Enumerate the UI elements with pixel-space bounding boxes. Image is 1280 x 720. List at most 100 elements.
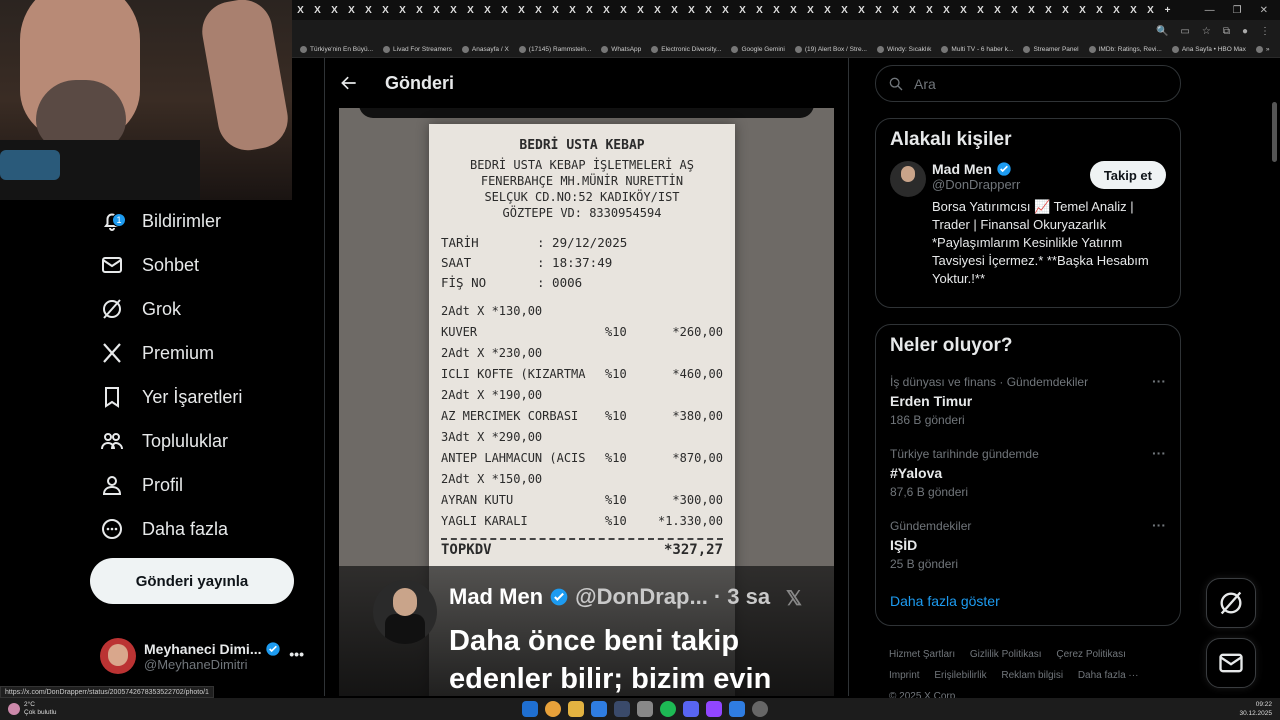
more-icon[interactable]: ··· bbox=[1152, 445, 1166, 461]
system-tray-clock[interactable]: 09:22 30.12.2025 bbox=[1239, 700, 1272, 718]
show-more-link[interactable]: Daha fazla göster bbox=[876, 583, 1180, 619]
chrome-icon[interactable] bbox=[545, 701, 561, 717]
browser-tab[interactable]: X bbox=[734, 0, 751, 20]
bookmark-item[interactable]: Streamer Panel bbox=[1023, 46, 1079, 53]
more-icon[interactable]: ··· bbox=[1152, 517, 1166, 533]
browser-tab[interactable]: X bbox=[870, 0, 887, 20]
browser-tab[interactable]: X bbox=[751, 0, 768, 20]
extensions-icon[interactable]: ⧉ bbox=[1223, 26, 1230, 37]
browser-tab[interactable]: X bbox=[598, 0, 615, 20]
app-icon[interactable] bbox=[706, 701, 722, 717]
browser-tab[interactable]: X bbox=[326, 0, 343, 20]
discord-icon[interactable] bbox=[683, 701, 699, 717]
browser-tab[interactable]: X bbox=[853, 0, 870, 20]
browser-tab[interactable]: X bbox=[819, 0, 836, 20]
browser-tab[interactable]: X bbox=[666, 0, 683, 20]
bookmark-item[interactable]: Ana Sayfa • HBO Max bbox=[1171, 46, 1246, 53]
browser-tab[interactable]: X bbox=[496, 0, 513, 20]
bookmark-item[interactable]: Multi TV - 6 haber k... bbox=[941, 46, 1013, 53]
browser-tab[interactable]: X bbox=[513, 0, 530, 20]
browser-tab[interactable]: X bbox=[1023, 0, 1040, 20]
nav-profile[interactable]: Profil bbox=[100, 465, 183, 505]
bookmark-item[interactable]: (17145) Rammstein... bbox=[518, 46, 591, 53]
browser-tab[interactable]: X bbox=[632, 0, 649, 20]
app-icon[interactable] bbox=[591, 701, 607, 717]
trend-item[interactable]: İş dünyası ve finans · Gündemdekiler Erd… bbox=[876, 367, 1180, 439]
browser-tab[interactable]: X bbox=[1091, 0, 1108, 20]
bookmark-item[interactable]: (19) Alert Box / Stre... bbox=[794, 46, 867, 53]
browser-tab[interactable]: X bbox=[547, 0, 564, 20]
browser-tab[interactable]: X bbox=[989, 0, 1006, 20]
more-icon[interactable]: ••• bbox=[289, 646, 304, 662]
scrollbar[interactable] bbox=[1272, 102, 1277, 162]
browser-tab[interactable]: X bbox=[1074, 0, 1091, 20]
trend-item[interactable]: Türkiye tarihinde gündemde #Yalova 87,6 … bbox=[876, 439, 1180, 511]
related-person[interactable]: Mad Men @DonDrapperr Takip et Borsa Yatı… bbox=[876, 161, 1180, 300]
bookmark-item[interactable]: Livad For Streamers bbox=[383, 46, 452, 53]
bookmark-item[interactable]: WhatsApp bbox=[601, 46, 641, 53]
weather-widget[interactable]: 2°C Çok bulutlu bbox=[0, 701, 57, 717]
bookmark-item[interactable]: Google Gemini bbox=[731, 46, 785, 53]
browser-tab[interactable]: X bbox=[1057, 0, 1074, 20]
avatar[interactable] bbox=[890, 161, 926, 197]
profile-icon[interactable]: ● bbox=[1242, 26, 1248, 37]
star-icon[interactable]: ☆ bbox=[1202, 26, 1211, 37]
bookmark-item[interactable]: » bbox=[1255, 46, 1270, 53]
footer-link[interactable]: Daha fazla ··· bbox=[1078, 670, 1139, 681]
trend-item[interactable]: Gündemdekiler IŞİD 25 B gönderi ··· bbox=[876, 511, 1180, 583]
browser-tab[interactable]: X bbox=[802, 0, 819, 20]
grok-fab[interactable] bbox=[1206, 578, 1256, 628]
browser-tab[interactable]: X bbox=[955, 0, 972, 20]
footer-link[interactable]: Gizlilik Politikası bbox=[970, 649, 1042, 660]
bookmark-item[interactable]: Türkiye'nin En Büyü... bbox=[300, 46, 373, 53]
browser-tab[interactable]: X bbox=[377, 0, 394, 20]
browser-tab[interactable]: X bbox=[921, 0, 938, 20]
browser-tab[interactable]: X bbox=[1006, 0, 1023, 20]
browser-tab[interactable]: X bbox=[1125, 0, 1142, 20]
footer-link[interactable]: Çerez Politikası bbox=[1056, 649, 1125, 660]
browser-tab[interactable]: X bbox=[717, 0, 734, 20]
new-tab-button[interactable]: + bbox=[1159, 0, 1176, 20]
browser-tab[interactable]: X bbox=[904, 0, 921, 20]
browser-tab[interactable]: X bbox=[1108, 0, 1125, 20]
browser-tab[interactable]: X bbox=[1142, 0, 1159, 20]
cast-icon[interactable]: ▭ bbox=[1180, 26, 1189, 37]
obs-icon[interactable] bbox=[752, 701, 768, 717]
browser-tab[interactable]: X bbox=[683, 0, 700, 20]
post-button[interactable]: Gönderi yayınla bbox=[90, 558, 294, 604]
bookmark-item[interactable]: Electronic Diversity... bbox=[651, 46, 721, 53]
browser-tab[interactable]: X bbox=[768, 0, 785, 20]
nav-grok[interactable]: Grok bbox=[100, 289, 181, 329]
nav-communities[interactable]: Topluluklar bbox=[100, 421, 228, 461]
bookmark-item[interactable]: Anasayfa / X bbox=[461, 46, 509, 53]
browser-tab[interactable]: X bbox=[836, 0, 853, 20]
close-window-button[interactable]: ✕ bbox=[1260, 5, 1268, 16]
browser-tab[interactable]: X bbox=[1040, 0, 1057, 20]
nav-bookmarks[interactable]: Yer İşaretleri bbox=[100, 377, 242, 417]
app-icon[interactable] bbox=[729, 701, 745, 717]
footer-link[interactable]: Imprint bbox=[889, 670, 920, 681]
steam-icon[interactable] bbox=[614, 701, 630, 717]
bookmark-item[interactable]: IMDb: Ratings, Revi... bbox=[1088, 46, 1162, 53]
follow-button[interactable]: Takip et bbox=[1089, 161, 1166, 189]
nav-notifications[interactable]: 1 Bildirimler bbox=[100, 201, 221, 241]
browser-tab[interactable]: X bbox=[615, 0, 632, 20]
browser-tab[interactable]: X bbox=[309, 0, 326, 20]
menu-icon[interactable]: ⋮ bbox=[1260, 26, 1270, 37]
browser-tab[interactable]: X bbox=[887, 0, 904, 20]
app-icon[interactable] bbox=[637, 701, 653, 717]
browser-tab[interactable]: X bbox=[360, 0, 377, 20]
search-input[interactable]: Ara bbox=[875, 65, 1181, 102]
footer-link[interactable]: Erişilebilirlik bbox=[934, 670, 986, 681]
browser-tab[interactable]: X bbox=[938, 0, 955, 20]
browser-tab[interactable]: X bbox=[445, 0, 462, 20]
messages-fab[interactable] bbox=[1206, 638, 1256, 688]
zoom-icon[interactable]: 🔍 bbox=[1156, 26, 1168, 37]
browser-tab[interactable]: X bbox=[394, 0, 411, 20]
start-icon[interactable] bbox=[522, 701, 538, 717]
spotify-icon[interactable] bbox=[660, 701, 676, 717]
maximize-button[interactable]: ❐ bbox=[1233, 5, 1242, 16]
browser-tab[interactable]: X bbox=[411, 0, 428, 20]
browser-tab[interactable]: X bbox=[581, 0, 598, 20]
browser-tab[interactable]: X bbox=[785, 0, 802, 20]
